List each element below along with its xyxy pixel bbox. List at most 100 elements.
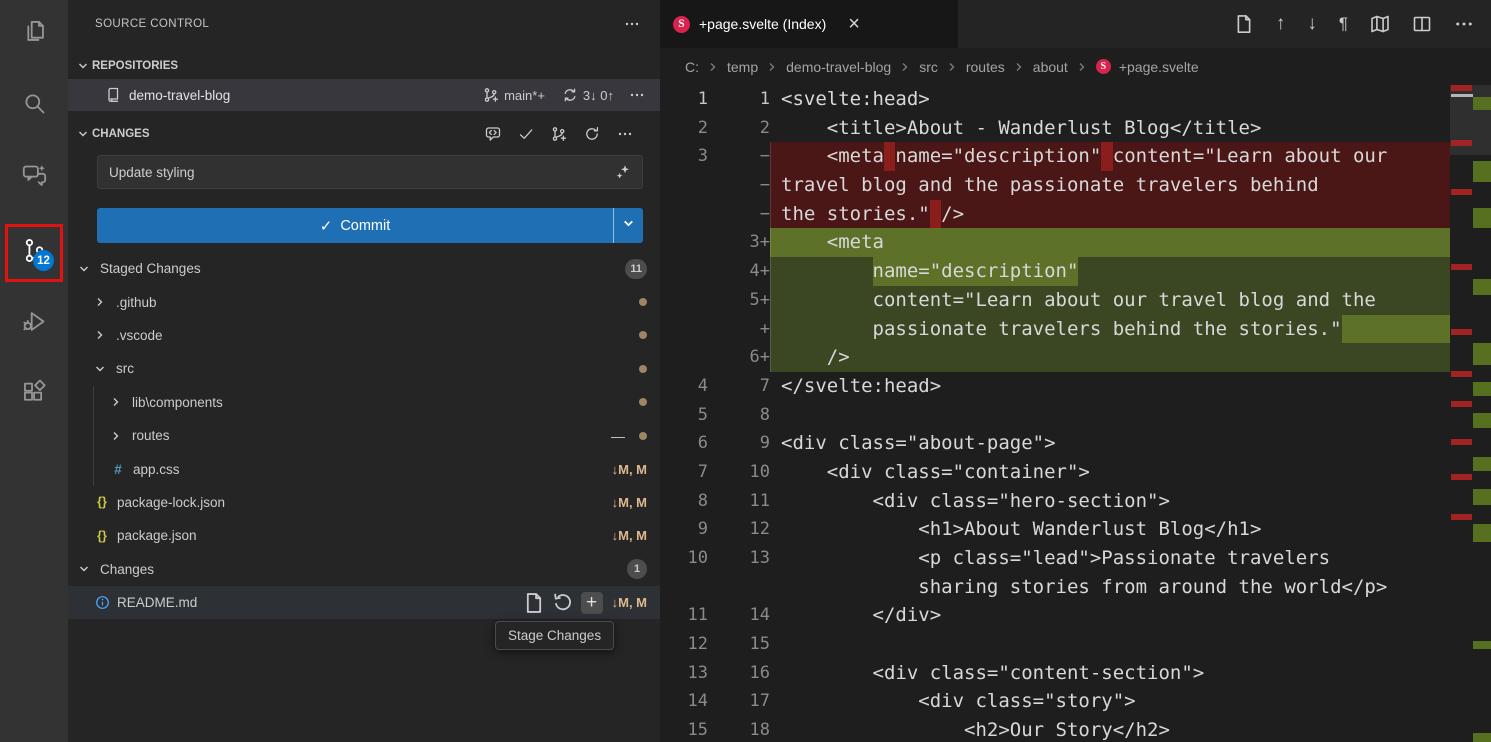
code-text — [770, 630, 1450, 659]
activity-chat[interactable] — [0, 155, 68, 201]
whitespace-icon[interactable]: ¶ — [1339, 14, 1348, 34]
modified-line-number — [708, 573, 770, 602]
commit-check-icon[interactable] — [518, 126, 534, 142]
original-line-number: 15 — [660, 716, 708, 742]
vscode-window: 12 SOURCE CONTROL REPOSITORIES demo-trav… — [0, 0, 1491, 742]
code-text: content="Learn about our travel blog and… — [770, 286, 1450, 315]
sync-status[interactable]: 3↓ 0↑ — [562, 87, 614, 103]
code-line: 22 <title>About - Wanderlust Blog</title… — [660, 114, 1450, 143]
modified-dot — [639, 298, 647, 306]
modified-line-number: − — [708, 142, 770, 171]
code-diff-area[interactable]: 11<svelte:head>22 <title>About - Wanderl… — [660, 85, 1450, 742]
tree-item-readme-md[interactable]: README.md+↓M, M — [68, 586, 660, 619]
code-text — [770, 401, 1450, 430]
sparkle-icon[interactable] — [615, 164, 631, 180]
modified-line-number: 15 — [708, 630, 770, 659]
added-code-line: 3+ <meta — [660, 228, 1450, 257]
commit-message-input[interactable]: Update styling — [97, 155, 643, 189]
code-line: 912 <h1>About Wanderlust Blog</h1> — [660, 515, 1450, 544]
deleted-mark — [1451, 474, 1472, 480]
modified-line-number: 18 — [708, 716, 770, 742]
breadcrumb-item[interactable]: routes — [966, 59, 1005, 75]
breadcrumb-item[interactable]: +page.svelte — [1119, 59, 1199, 75]
original-line-number: 5 — [660, 401, 708, 430]
deleted-mark — [1451, 439, 1472, 445]
previous-change-icon[interactable]: ↑ — [1276, 13, 1286, 35]
code-text: name="description" — [770, 257, 1450, 286]
code-text: <p class="lead">Passionate travelers — [770, 544, 1450, 573]
code-text: <div class="about-page"> — [770, 429, 1450, 458]
overview-ruler[interactable] — [1450, 85, 1491, 742]
repository-row[interactable]: demo-travel-blog main*+ 3↓ 0↑ — [68, 79, 660, 111]
more-actions-icon[interactable] — [624, 16, 640, 32]
code-line: 710 <div class="container"> — [660, 458, 1450, 487]
activity-extensions[interactable] — [0, 371, 68, 417]
tree-item--vscode[interactable]: .vscode — [68, 319, 660, 352]
modified-line-number: 6+ — [708, 343, 770, 372]
create-branch-icon[interactable] — [551, 126, 567, 142]
modified-line-number: 5+ — [708, 286, 770, 315]
tree-item--github[interactable]: .github — [68, 285, 660, 318]
modified-dot — [639, 365, 647, 373]
deleted-code-line: −the stories." /> — [660, 200, 1450, 229]
open-file-icon[interactable] — [1234, 14, 1254, 34]
chevron-down-icon — [78, 263, 94, 275]
stage-changes-icon[interactable]: + — [581, 592, 603, 614]
original-line-number: 1 — [660, 85, 708, 114]
activity-search[interactable] — [0, 83, 68, 129]
editor-more-icon[interactable] — [1454, 14, 1474, 34]
tree-section-staged-changes[interactable]: Staged Changes11 — [68, 252, 660, 285]
next-change-icon[interactable]: ↓ — [1307, 13, 1317, 35]
chevron-right-icon — [899, 61, 911, 73]
breadcrumb-item[interactable]: temp — [727, 59, 758, 75]
svelte-icon: S — [1096, 59, 1111, 74]
tab-page-svelte[interactable]: S +page.svelte (Index) × — [660, 0, 958, 48]
code-text: <meta — [770, 228, 1450, 257]
tab-bar: S +page.svelte (Index) × ↑ ↓ ¶ — [660, 0, 1491, 48]
item-label: lib\components — [132, 395, 625, 410]
branch-status[interactable]: main*+ — [483, 87, 545, 103]
discard-changes-icon[interactable] — [552, 592, 574, 614]
repo-more-icon[interactable] — [629, 87, 645, 103]
tree-item-src[interactable]: src — [68, 352, 660, 385]
activity-run-debug[interactable] — [0, 301, 68, 347]
deleted-mark — [1451, 371, 1472, 377]
item-label: Staged Changes — [100, 261, 625, 276]
extensions-icon — [21, 378, 48, 410]
tree-item-lib-components[interactable]: lib\components — [68, 386, 660, 419]
tree-section-changes[interactable]: Changes1 — [68, 553, 660, 586]
modified-line-number: 17 — [708, 687, 770, 716]
modified-line-number: 2 — [708, 114, 770, 143]
tree-item-app-css[interactable]: #app.css↓M, M — [68, 452, 660, 485]
added-mark — [1473, 343, 1491, 365]
info-file-icon — [94, 595, 110, 610]
breadcrumb-item[interactable]: src — [919, 59, 938, 75]
modified-line-number: 3+ — [708, 228, 770, 257]
commit-dropdown-button[interactable] — [613, 208, 643, 243]
tree-item-package-json[interactable]: {}package.json↓M, M — [68, 519, 660, 552]
refresh-icon[interactable] — [584, 126, 600, 142]
breadcrumb-item[interactable]: demo-travel-blog — [786, 59, 891, 75]
commit-message-text: Update styling — [109, 165, 615, 180]
breadcrumb-item[interactable]: about — [1033, 59, 1068, 75]
changes-more-icon[interactable] — [617, 126, 633, 142]
commit-button[interactable]: ✓ Commit — [97, 208, 643, 243]
repositories-header[interactable]: REPOSITORIES — [68, 55, 660, 77]
chevron-down-icon — [78, 563, 94, 575]
code-text: <h2>Our Story</h2> — [770, 716, 1450, 742]
item-label: src — [116, 361, 625, 376]
activity-source-control[interactable]: 12 — [0, 230, 68, 276]
tree-item-package-lock-json[interactable]: {}package-lock.json↓M, M — [68, 486, 660, 519]
breadcrumb-item[interactable]: C: — [685, 59, 699, 75]
scm-comment-icon[interactable] — [485, 126, 501, 142]
map-icon[interactable] — [1370, 14, 1390, 34]
original-line-number — [660, 573, 708, 602]
activity-explorer[interactable] — [0, 11, 68, 57]
tree-item-routes[interactable]: routes— — [68, 419, 660, 452]
split-editor-icon[interactable] — [1412, 14, 1432, 34]
close-icon[interactable]: × — [848, 14, 860, 34]
open-file-icon[interactable] — [523, 592, 545, 614]
changes-section-header[interactable]: CHANGES — [68, 121, 660, 147]
original-line-number: 10 — [660, 544, 708, 573]
code-text: <div class="container"> — [770, 458, 1450, 487]
